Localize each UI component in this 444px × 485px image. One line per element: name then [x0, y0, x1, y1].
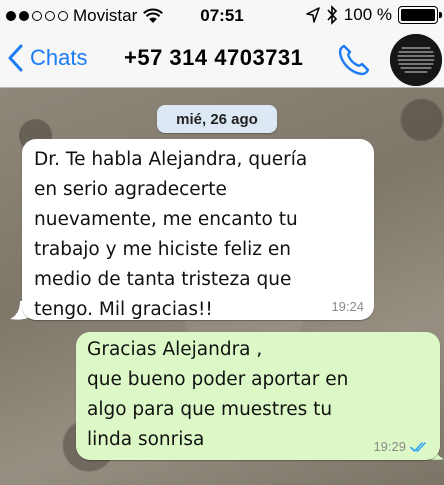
message-line: algo para que muestres tu: [87, 399, 333, 420]
message-line: Gracias Alejandra ,: [87, 339, 263, 360]
message-line: tengo. Mil gracias!!: [34, 299, 213, 320]
message-line: trabajo y me hiciste feliz en: [34, 239, 291, 260]
battery-fill: [401, 9, 435, 21]
message-time: 19:29: [373, 439, 406, 454]
battery-icon: [398, 6, 442, 24]
message-time: 19:24: [331, 299, 364, 314]
message-bubble-outgoing[interactable]: Gracias Alejandra , que bueno poder apor…: [76, 332, 440, 460]
contact-title[interactable]: +57 314 4703731: [124, 45, 303, 71]
chevron-left-icon: [8, 44, 23, 72]
status-bar: Movistar 07:51 100 %: [0, 0, 444, 32]
message-line: en serio agradecerte: [34, 179, 227, 200]
back-button[interactable]: Chats: [8, 44, 87, 72]
chat-area[interactable]: mié, 26 ago Dr. Te habla Alejandra, quer…: [0, 88, 444, 485]
avatar-image: [390, 34, 442, 86]
message-line: medio de tanta tristeza que: [34, 269, 292, 290]
location-arrow-icon: [306, 7, 320, 23]
date-chip: mié, 26 ago: [157, 105, 277, 133]
read-receipt-icon: [410, 442, 426, 452]
bluetooth-icon: [327, 5, 337, 25]
message-line: nuevamente, me encanto tu: [34, 209, 298, 230]
battery-percent: 100 %: [343, 5, 392, 24]
message-meta: 19:24: [331, 299, 364, 315]
message-line: que bueno poder aportar en: [87, 369, 349, 390]
chat-header: Chats +57 314 4703731: [0, 32, 444, 88]
phone-icon[interactable]: [335, 41, 373, 79]
status-right: 100 %: [306, 5, 442, 25]
message-meta: 19:29: [373, 439, 430, 455]
back-label: Chats: [30, 45, 88, 70]
avatar[interactable]: [390, 34, 442, 86]
message-line: Dr. Te habla Alejandra, quería: [34, 149, 308, 170]
message-bubble-incoming[interactable]: Dr. Te habla Alejandra, quería en serio …: [22, 139, 374, 320]
